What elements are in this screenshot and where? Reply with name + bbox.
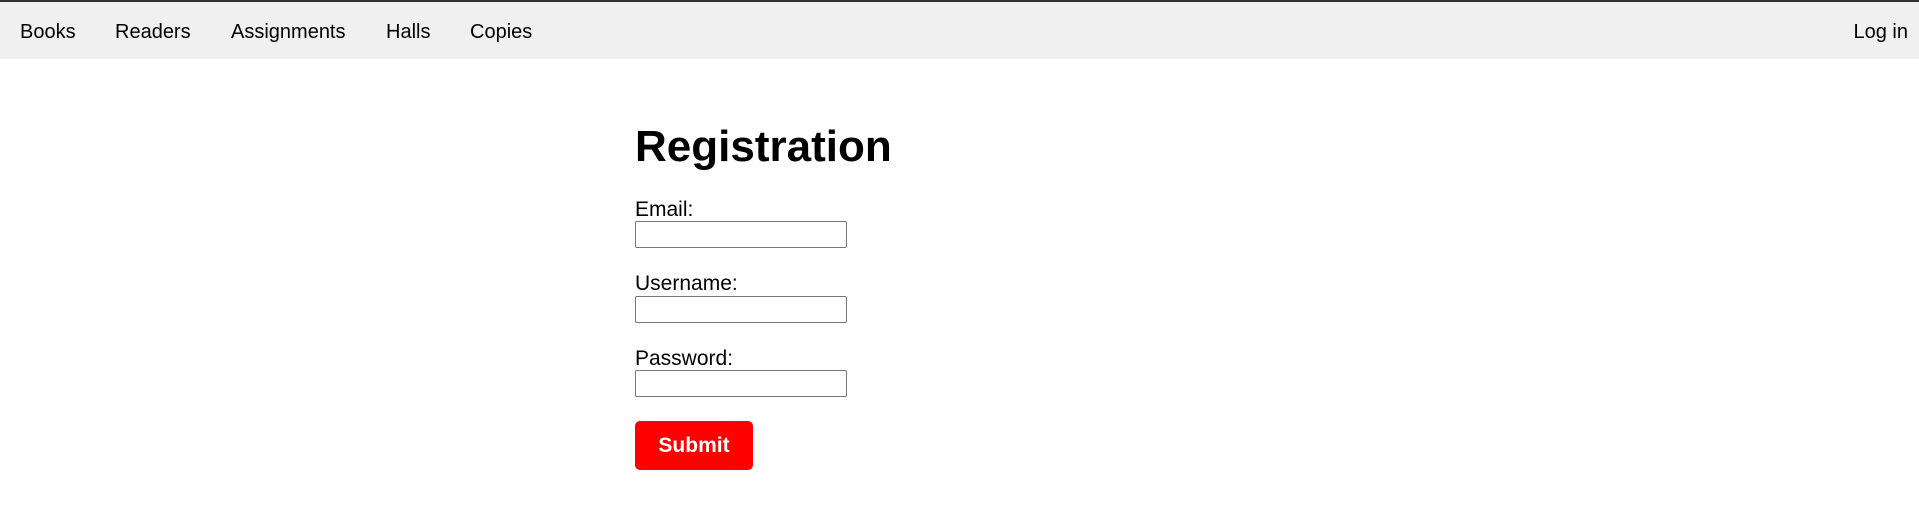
- email-label: Email:: [635, 198, 694, 221]
- nav-item-readers[interactable]: Readers: [115, 21, 191, 44]
- submit-button[interactable]: Submit: [635, 421, 753, 470]
- username-label: Username:: [635, 272, 738, 295]
- email-field[interactable]: [635, 221, 847, 248]
- nav-item-copies[interactable]: Copies: [470, 21, 532, 44]
- password-field[interactable]: [635, 370, 847, 397]
- nav-item-halls[interactable]: Halls: [386, 21, 430, 44]
- nav-item-assignments[interactable]: Assignments: [231, 21, 346, 44]
- navbar: Books Readers Assignments Halls Copies L…: [0, 2, 1919, 59]
- username-field[interactable]: [635, 296, 847, 323]
- password-label: Password:: [635, 347, 734, 370]
- nav-item-books[interactable]: Books: [20, 21, 76, 44]
- login-link[interactable]: Log in: [1854, 21, 1909, 44]
- page-title: Registration: [635, 122, 892, 171]
